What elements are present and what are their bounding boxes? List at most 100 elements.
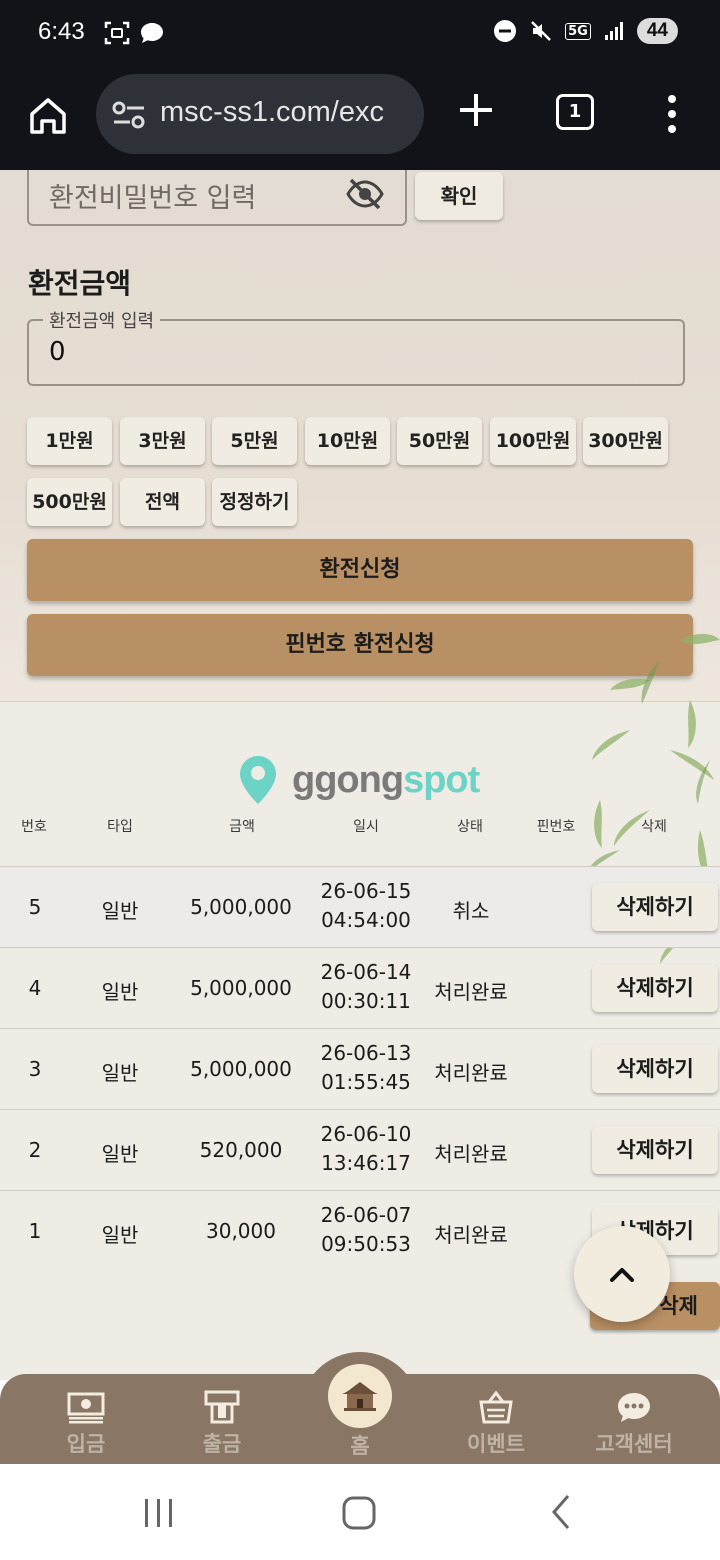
amount-value: 0	[49, 337, 66, 367]
table-row: 4 일반 5,000,000 26-06-14 00:30:11 처리완료 삭제하…	[0, 947, 720, 1028]
row-status: 처리완료	[434, 1061, 508, 1085]
nav-withdraw[interactable]: 출금	[162, 1388, 282, 1458]
row-date: 26-06-14	[320, 960, 412, 984]
row-number: 3	[28, 1057, 42, 1081]
atm-icon	[204, 1390, 240, 1424]
do-not-disturb-icon	[494, 20, 517, 42]
header-pin: 핀번호	[536, 819, 576, 835]
mute-icon	[531, 21, 552, 41]
delete-row-button[interactable]: 삭제하기	[592, 1126, 718, 1174]
header-type: 타입	[107, 819, 133, 835]
row-status: 취소	[452, 899, 490, 923]
row-time: 01:55:45	[321, 1070, 411, 1094]
amount-chip-10k[interactable]: 1만원	[27, 417, 112, 465]
browser-home-icon[interactable]	[26, 94, 70, 138]
row-number: 4	[28, 976, 42, 1000]
back-icon[interactable]	[546, 1492, 576, 1532]
row-date: 26-06-15	[320, 879, 412, 903]
location-pin-icon	[240, 756, 276, 804]
row-datetime: 26-06-14 00:30:11	[316, 958, 416, 1016]
row-status: 처리완료	[434, 1223, 508, 1247]
exchange-password-input[interactable]: 환전비밀번호 입력	[27, 170, 407, 226]
row-date: 26-06-10	[320, 1122, 412, 1146]
table-row: 5 일반 5,000,000 26-06-15 04:54:00 취소 삭제하기	[0, 866, 720, 947]
amount-chip-5m[interactable]: 500만원	[27, 478, 112, 526]
address-bar[interactable]: msc-ss1.com/exc	[96, 74, 424, 154]
home-nav-icon[interactable]	[340, 1494, 378, 1532]
nav-support-label: 고객센터	[595, 1432, 673, 1456]
row-type: 일반	[101, 980, 139, 1004]
row-number: 2	[28, 1138, 42, 1162]
nav-event[interactable]: 이벤트	[436, 1388, 556, 1458]
amount-chip-3m[interactable]: 300만원	[583, 417, 668, 465]
row-type: 일반	[101, 899, 139, 923]
basket-icon	[479, 1390, 513, 1424]
table-row: 3 일반 5,000,000 26-06-13 01:55:45 처리완료 삭제하…	[0, 1028, 720, 1109]
exchange-request-button[interactable]: 환전신청	[27, 539, 693, 601]
row-amount: 520,000	[199, 1138, 283, 1162]
cash-icon	[67, 1392, 105, 1424]
nav-deposit[interactable]: 입금	[26, 1388, 146, 1458]
row-type: 일반	[101, 1223, 139, 1247]
amount-chip-100k[interactable]: 10만원	[305, 417, 390, 465]
row-status: 처리완료	[434, 1142, 508, 1166]
recent-apps-icon[interactable]	[142, 1496, 176, 1530]
row-datetime: 26-06-10 13:46:17	[316, 1120, 416, 1178]
header-delete: 삭제	[641, 819, 667, 835]
header-status: 상태	[457, 819, 483, 835]
page-content: 환전비밀번호 입력 확인 환전금액 환전금액 입력 0 1만원 3만원 5만원 …	[0, 170, 720, 1380]
battery-indicator: 44	[636, 18, 678, 44]
row-date: 26-06-13	[320, 1041, 412, 1065]
screenshot-icon	[104, 21, 130, 45]
logo-text-ggong: ggong	[292, 758, 404, 801]
delete-row-button[interactable]: 삭제하기	[592, 964, 718, 1012]
amount-chip-50k[interactable]: 5만원	[212, 417, 297, 465]
amount-input[interactable]: 환전금액 입력 0	[27, 307, 685, 386]
row-amount: 5,000,000	[190, 895, 292, 919]
row-number: 1	[28, 1219, 42, 1243]
row-time: 09:50:53	[321, 1232, 411, 1256]
password-placeholder: 환전비밀번호 입력	[49, 183, 257, 214]
new-tab-icon[interactable]	[456, 90, 496, 130]
tab-switcher-button[interactable]: 1	[556, 94, 594, 130]
scroll-to-top-button[interactable]	[574, 1226, 670, 1322]
row-time: 00:30:11	[321, 989, 411, 1013]
hanok-home-icon	[342, 1382, 378, 1411]
status-bar: 6:43 5G 44	[0, 0, 720, 66]
system-navigation-bar	[0, 1464, 720, 1560]
delete-row-button[interactable]: 삭제하기	[592, 1045, 718, 1093]
amount-title: 환전금액	[28, 267, 132, 300]
confirm-button[interactable]: 확인	[415, 172, 503, 220]
nav-deposit-label: 입금	[66, 1432, 106, 1456]
nav-home-label[interactable]: 홈	[300, 1430, 420, 1460]
signal-icon	[604, 22, 623, 40]
site-logo: ggongspot	[238, 750, 480, 810]
url-text: msc-ss1.com/exc	[160, 96, 384, 128]
eye-off-icon[interactable]	[345, 178, 385, 210]
row-type: 일반	[101, 1142, 139, 1166]
amount-chip-1m[interactable]: 100만원	[490, 417, 576, 465]
network-badge: 5G	[565, 22, 591, 40]
row-type: 일반	[101, 1061, 139, 1085]
header-amount: 금액	[229, 819, 255, 835]
row-number: 5	[28, 895, 42, 919]
support-chat-icon	[618, 1393, 650, 1422]
row-status: 처리완료	[434, 980, 508, 1004]
logo-text-spot: spot	[403, 758, 480, 801]
more-menu-icon[interactable]	[662, 94, 682, 134]
table-row: 2 일반 520,000 26-06-10 13:46:17 처리완료 삭제하기	[0, 1109, 720, 1190]
nav-home[interactable]	[328, 1364, 392, 1428]
row-time: 04:54:00	[321, 908, 411, 932]
amount-chip-all[interactable]: 전액	[120, 478, 205, 526]
row-amount: 5,000,000	[190, 1057, 292, 1081]
amount-chip-500k[interactable]: 50만원	[397, 417, 482, 465]
row-amount: 30,000	[206, 1219, 276, 1243]
amount-reset-button[interactable]: 정정하기	[212, 478, 297, 526]
chevron-up-icon	[610, 1268, 634, 1282]
amount-chip-30k[interactable]: 3만원	[120, 417, 205, 465]
delete-row-button[interactable]: 삭제하기	[592, 883, 718, 931]
nav-support[interactable]: 고객센터	[574, 1388, 694, 1458]
site-settings-icon[interactable]	[112, 100, 146, 130]
browser-toolbar: msc-ss1.com/exc 1	[0, 66, 720, 170]
row-date: 26-06-07	[320, 1203, 412, 1227]
